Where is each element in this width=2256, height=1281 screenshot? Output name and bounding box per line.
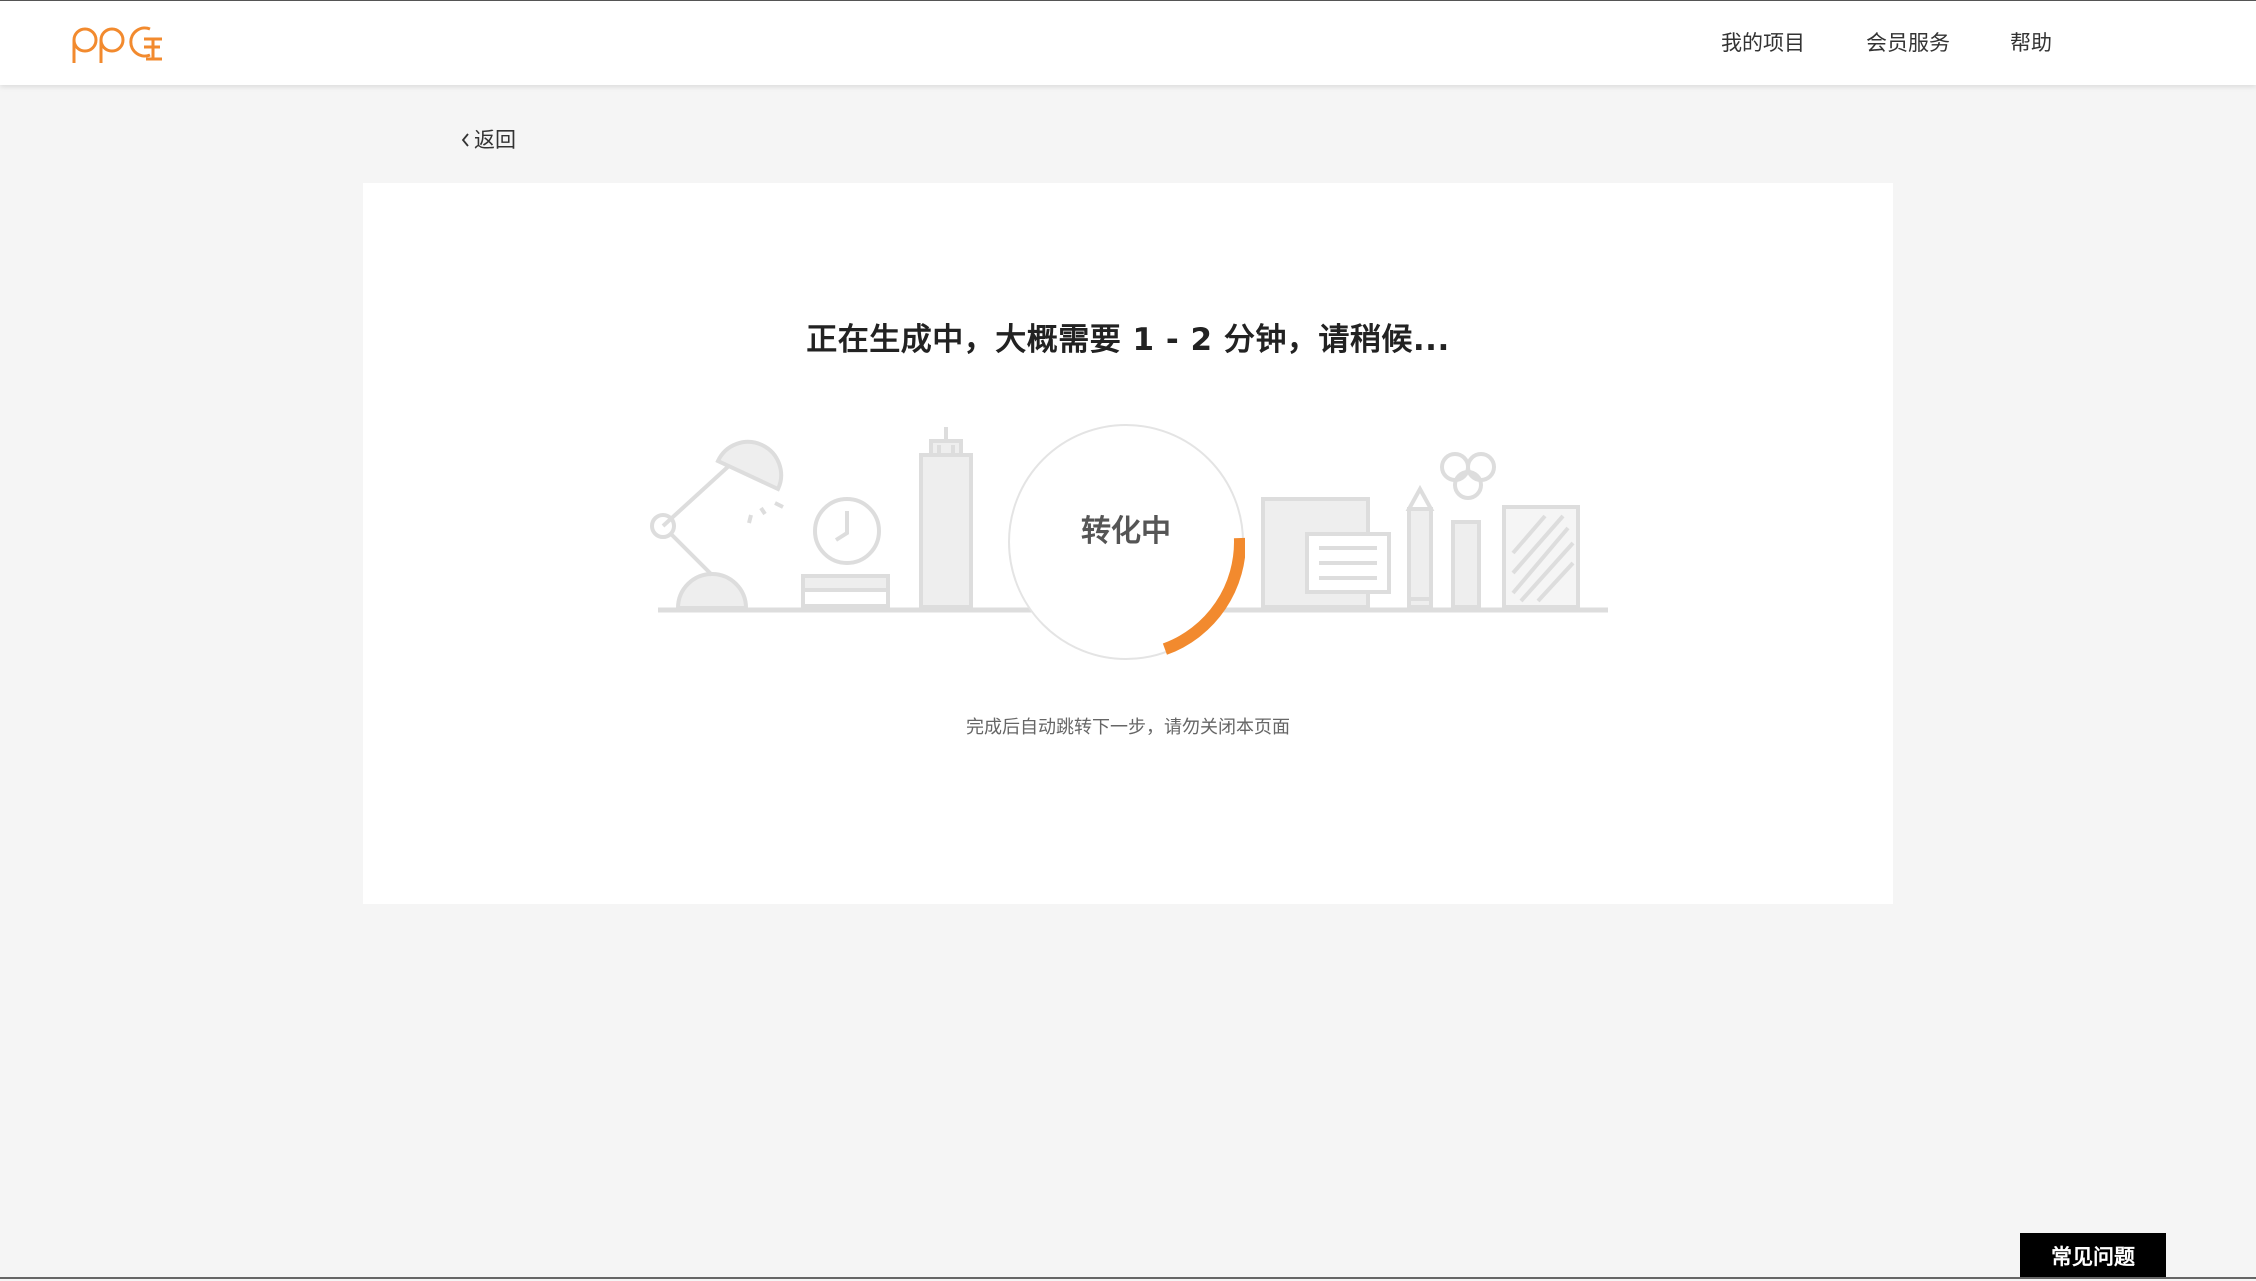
nav-my-projects[interactable]: 我的项目: [1721, 1, 1805, 85]
nav-member-service[interactable]: 会员服务: [1866, 1, 1950, 85]
desk-lamp-icon: [650, 439, 784, 610]
nav-help[interactable]: 帮助: [2010, 1, 2052, 85]
progress-card: 正在生成中，大概需要 1 - 2 分钟，请稍候... 转化中 完成后自动跳转下一…: [363, 183, 1893, 904]
top-header: 我的项目 会员服务 帮助: [0, 0, 2256, 85]
building-icon: [919, 427, 973, 609]
faq-button[interactable]: 常见问题: [2020, 1233, 2166, 1279]
bottle-icon: [1440, 452, 1496, 609]
back-link[interactable]: 返回: [458, 126, 516, 154]
ppt-logo-icon[interactable]: [72, 19, 168, 67]
status-label: 转化中: [1081, 514, 1171, 549]
book-icon: [1261, 497, 1391, 609]
striped-box-icon: [1502, 505, 1580, 609]
page-title: 正在生成中，大概需要 1 - 2 分钟，请稍候...: [806, 322, 1450, 358]
auto-redirect-note: 完成后自动跳转下一步，请勿关闭本页面: [966, 717, 1290, 738]
chevron-left-icon: [461, 133, 469, 147]
pencil-icon: [1405, 484, 1435, 609]
back-label: 返回: [474, 128, 516, 152]
clock-icon: [801, 497, 890, 608]
